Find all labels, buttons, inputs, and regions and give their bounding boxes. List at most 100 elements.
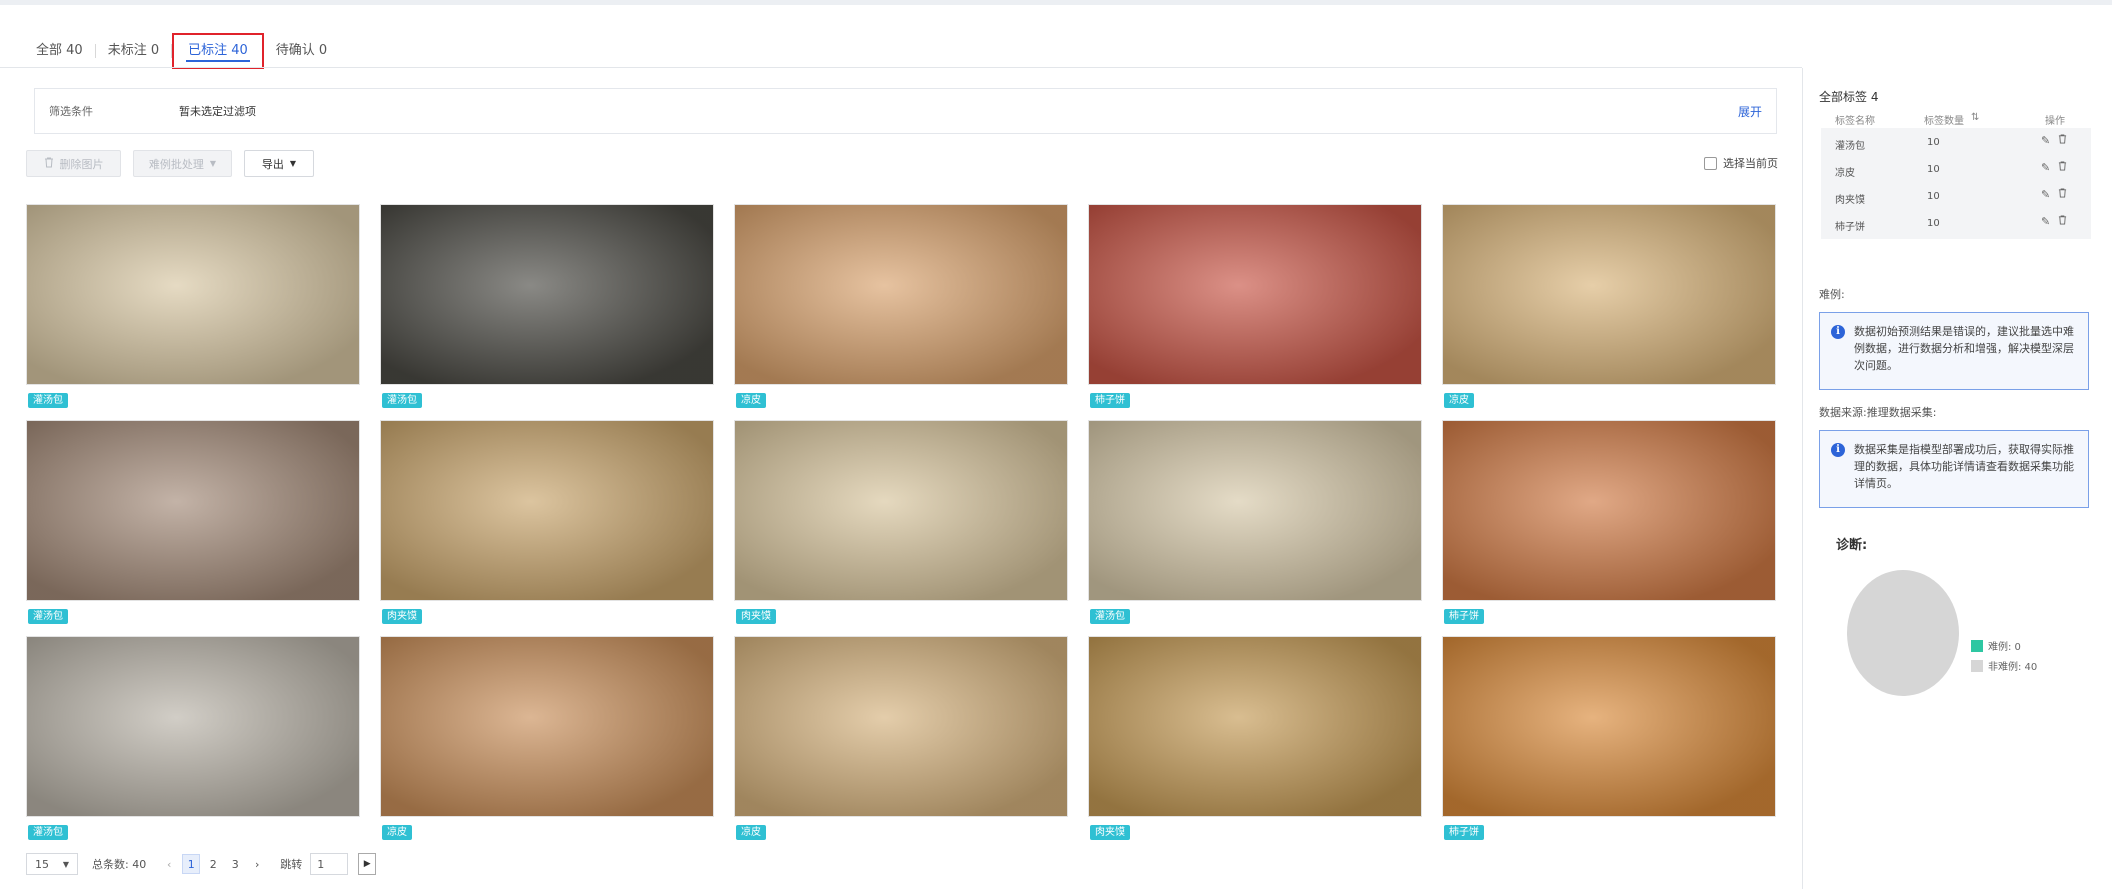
food-image[interactable] [1088, 636, 1422, 817]
total-count: 总条数: 40 [92, 858, 147, 871]
food-image[interactable] [734, 204, 1068, 385]
image-card[interactable]: 柿子饼 [1442, 636, 1776, 845]
main-area: 筛选条件 暂未选定过滤项 展开 删除图片 难例批处理 ▼ 导出 ▼ 选择当前页 … [0, 68, 1802, 889]
select-current-page-checkbox[interactable]: 选择当前页 [1704, 155, 1778, 171]
image-shading [735, 205, 1067, 384]
food-image[interactable] [380, 636, 714, 817]
trash-icon[interactable] [2058, 134, 2067, 147]
edit-icon[interactable]: ✎ [2041, 161, 2050, 174]
page-2[interactable]: 2 [204, 854, 222, 874]
image-card[interactable]: 凉皮 [1442, 204, 1776, 413]
export-label: 导出 [261, 157, 284, 171]
image-shading [381, 637, 713, 816]
delete-images-label: 删除图片 [59, 157, 104, 171]
image-card[interactable]: 凉皮 [734, 204, 1068, 413]
food-image[interactable] [26, 204, 360, 385]
food-image[interactable] [1442, 636, 1776, 817]
food-image[interactable] [734, 420, 1068, 601]
legend-hard: 难例: 0 [1971, 638, 2021, 653]
filter-label: 筛选条件 [49, 105, 93, 118]
image-card[interactable]: 凉皮 [734, 636, 1068, 845]
label-row: 肉夹馍 10 ✎ [1821, 182, 2091, 212]
image-shading [735, 637, 1067, 816]
food-image[interactable] [1088, 204, 1422, 385]
trash-icon[interactable] [2058, 215, 2067, 228]
jump-input[interactable]: 1 [310, 853, 349, 875]
image-card[interactable]: 柿子饼 [1088, 204, 1422, 413]
hard-case-notice: i 数据初始预测结果是错误的，建议批量选中难例数据，进行数据分析和增强，解决模型… [1819, 312, 2089, 390]
expand-link[interactable]: 展开 [1738, 103, 1762, 120]
status-tabs: 全部 40 未标注 0 已标注 40 待确认 0 [24, 33, 339, 69]
image-card[interactable]: 灌汤包 [26, 636, 360, 845]
trash-icon[interactable] [2058, 161, 2067, 174]
jump-input-value: 1 [317, 857, 325, 871]
play-icon: ▶ [363, 859, 371, 869]
delete-images-button[interactable]: 删除图片 [26, 150, 121, 177]
go-button[interactable]: ▶ [358, 853, 377, 875]
food-image[interactable] [1442, 420, 1776, 601]
info-icon: i [1831, 443, 1845, 457]
food-image[interactable] [734, 636, 1068, 817]
image-shading [27, 421, 359, 600]
food-image[interactable] [380, 204, 714, 385]
label-tag: 肉夹馍 [736, 609, 776, 624]
edit-icon[interactable]: ✎ [2041, 215, 2050, 228]
page-size-value: 15 [35, 857, 49, 871]
label-tag: 灌汤包 [28, 825, 68, 840]
jump-label: 跳转 [280, 858, 303, 871]
food-image[interactable] [26, 420, 360, 601]
export-button[interactable]: 导出 ▼ [244, 150, 314, 177]
edit-icon[interactable]: ✎ [2041, 188, 2050, 201]
chevron-down-icon: ▼ [62, 859, 69, 869]
image-card[interactable]: 灌汤包 [380, 204, 714, 413]
label-tag: 肉夹馍 [382, 609, 422, 624]
label-tag: 凉皮 [382, 825, 412, 840]
prev-page-icon[interactable]: ‹ [160, 854, 178, 874]
image-card[interactable]: 肉夹馍 [1088, 636, 1422, 845]
pie-slice-nonhard [1847, 570, 1959, 696]
tab-unlabeled[interactable]: 未标注 0 [96, 34, 171, 68]
food-image[interactable] [1442, 204, 1776, 385]
image-card[interactable]: 灌汤包 [1088, 420, 1422, 629]
next-page-icon[interactable]: › [248, 854, 266, 874]
food-image[interactable] [380, 420, 714, 601]
image-card[interactable]: 灌汤包 [26, 420, 360, 629]
image-card[interactable]: 灌汤包 [26, 204, 360, 413]
label-tag: 柿子饼 [1090, 393, 1130, 408]
image-shading [735, 421, 1067, 600]
label-tag: 凉皮 [1444, 393, 1474, 408]
trash-icon [44, 157, 54, 171]
chevron-down-icon: ▼ [289, 159, 297, 168]
tab-all[interactable]: 全部 40 [24, 34, 95, 68]
image-shading [1443, 421, 1775, 600]
select-current-page-label: 选择当前页 [1723, 157, 1778, 170]
edit-icon[interactable]: ✎ [2041, 134, 2050, 147]
label-name: 凉皮 [1835, 168, 1855, 179]
filter-value: 暂未选定过滤项 [179, 105, 256, 118]
diagnosis-pie-chart [1847, 570, 1959, 696]
image-card[interactable]: 柿子饼 [1442, 420, 1776, 629]
image-card[interactable]: 凉皮 [380, 636, 714, 845]
pie-slices [1847, 570, 1959, 696]
hard-case-batch-button[interactable]: 难例批处理 ▼ [133, 150, 232, 177]
tab-pending[interactable]: 待确认 0 [264, 34, 339, 68]
page-size-select[interactable]: 15 ▼ [26, 853, 78, 875]
label-name: 柿子饼 [1835, 222, 1865, 233]
food-image[interactable] [26, 636, 360, 817]
tab-labeled[interactable]: 已标注 40 [172, 33, 264, 69]
image-shading [381, 421, 713, 600]
image-card[interactable]: 肉夹馍 [734, 420, 1068, 629]
food-image[interactable] [1088, 420, 1422, 601]
trash-icon[interactable] [2058, 188, 2067, 201]
page-1[interactable]: 1 [182, 854, 201, 874]
label-name: 灌汤包 [1835, 141, 1865, 152]
info-icon: i [1831, 325, 1845, 339]
image-shading [27, 637, 359, 816]
label-side-panel: 全部标签 4 标签名称 标签数量 ⇅ 操作 灌汤包 10 ✎ 凉皮 10 ✎ 肉夹馍 10 ✎ 柿… [1803, 68, 2112, 889]
hard-case-label: 难例: [1819, 288, 1845, 301]
image-card[interactable]: 肉夹馍 [380, 420, 714, 629]
checkbox-box[interactable] [1704, 156, 1717, 170]
chevron-down-icon: ▼ [209, 159, 217, 168]
sort-icon[interactable]: ⇅ [1971, 112, 1979, 123]
page-3[interactable]: 3 [226, 854, 244, 874]
